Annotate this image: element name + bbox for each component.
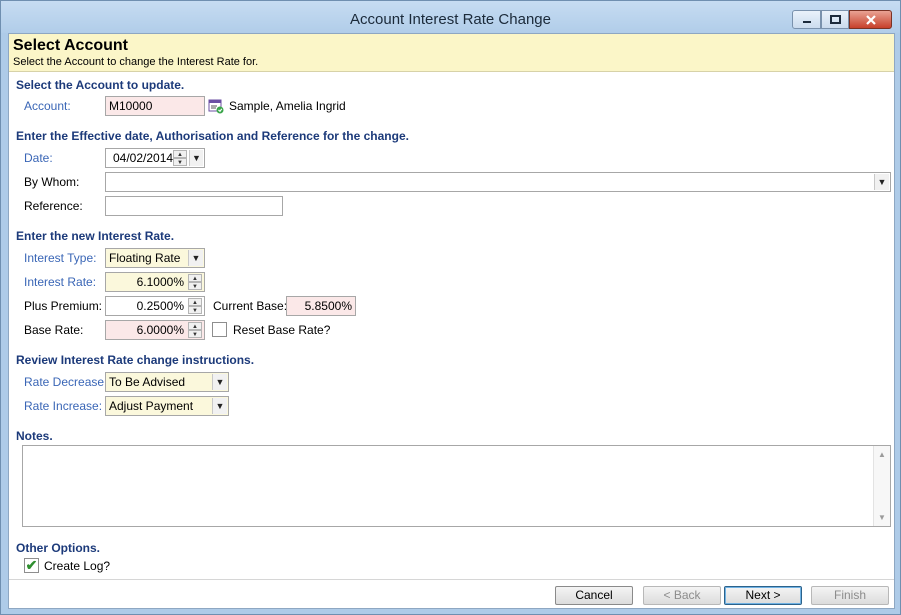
minimize-button[interactable] — [792, 10, 821, 29]
create-log-label: Create Log? — [44, 559, 111, 573]
finish-button[interactable]: Finish — [811, 586, 889, 605]
by-whom-label: By Whom: — [24, 175, 80, 189]
spin-down-icon[interactable]: ▼ — [173, 158, 187, 166]
base-rate-value: 6.0000% — [136, 323, 184, 337]
account-holder-name: Sample, Amelia Ingrid — [229, 99, 346, 113]
reference-label: Reference: — [24, 199, 83, 213]
chevron-down-icon[interactable]: ▼ — [212, 374, 227, 390]
date-label: Date: — [24, 151, 53, 165]
window-title: Account Interest Rate Change — [350, 11, 551, 28]
spin-up-icon[interactable]: ▲ — [173, 150, 187, 158]
next-button[interactable]: Next > — [724, 586, 802, 605]
date-value: 04/02/2014 — [113, 151, 174, 165]
page-title: Select Account — [13, 37, 128, 54]
interest-type-value: Floating Rate — [109, 251, 181, 265]
account-input[interactable]: M10000 — [105, 96, 205, 116]
close-icon — [865, 14, 876, 25]
interest-rate-spinner[interactable]: ▲ ▼ — [188, 274, 202, 290]
section-options-heading: Other Options. — [16, 541, 100, 555]
chevron-down-icon[interactable]: ▼ — [188, 250, 203, 266]
current-base-value: 5.8500% — [286, 296, 356, 316]
back-button[interactable]: < Back — [643, 586, 721, 605]
section-effective-heading: Enter the Effective date, Authorisation … — [16, 129, 409, 143]
maximize-icon — [829, 15, 841, 24]
interest-rate-input[interactable]: 6.1000% ▲ ▼ — [105, 272, 205, 292]
notes-scrollbar[interactable]: ▲ ▼ — [873, 446, 890, 526]
reset-base-rate-label: Reset Base Rate? — [233, 323, 331, 337]
date-dropdown-icon[interactable]: ▼ — [189, 150, 203, 166]
spin-up-icon[interactable]: ▲ — [188, 298, 202, 306]
base-rate-input[interactable]: 6.0000% ▲ ▼ — [105, 320, 205, 340]
wizard-header: Select Account Select the Account to cha… — [9, 34, 894, 72]
account-lookup-icon[interactable] — [208, 98, 224, 114]
dialog-window: Account Interest Rate Change Select Acco… — [0, 0, 901, 615]
reference-input[interactable] — [105, 196, 283, 216]
rate-increase-select[interactable]: Adjust Payment ▼ — [105, 396, 229, 416]
rate-increase-value: Adjust Payment — [109, 399, 194, 413]
spin-down-icon[interactable]: ▼ — [188, 306, 202, 314]
page-subtitle: Select the Account to change the Interes… — [13, 56, 259, 68]
date-picker[interactable]: 04/02/2014 ▲ ▼ ▼ — [105, 148, 205, 168]
current-base-label: Current Base: — [213, 299, 288, 313]
base-rate-label: Base Rate: — [24, 323, 84, 337]
spin-down-icon[interactable]: ▼ — [188, 330, 202, 338]
spin-up-icon[interactable]: ▲ — [188, 322, 202, 330]
minimize-icon — [802, 20, 811, 23]
section-rate-heading: Enter the new Interest Rate. — [16, 229, 175, 243]
premium-label: Plus Premium: — [24, 299, 103, 313]
spin-down-icon[interactable]: ▼ — [188, 282, 202, 290]
rate-decrease-select[interactable]: To Be Advised ▼ — [105, 372, 229, 392]
rate-decrease-value: To Be Advised — [109, 375, 186, 389]
account-label: Account: — [24, 99, 71, 113]
footer-divider — [9, 579, 894, 580]
premium-value: 0.2500% — [136, 299, 184, 313]
cancel-button[interactable]: Cancel — [555, 586, 633, 605]
scroll-down-icon[interactable]: ▼ — [878, 513, 886, 522]
interest-type-select[interactable]: Floating Rate ▼ — [105, 248, 205, 268]
spin-up-icon[interactable]: ▲ — [188, 274, 202, 282]
interest-rate-label: Interest Rate: — [24, 275, 97, 289]
rate-increase-label: Rate Increase: — [24, 399, 103, 413]
reset-base-rate-checkbox[interactable] — [212, 322, 227, 337]
rate-decrease-label: Rate Decrease: — [24, 375, 108, 389]
maximize-button[interactable] — [821, 10, 849, 29]
chevron-down-icon[interactable]: ▼ — [874, 174, 889, 190]
premium-input[interactable]: 0.2500% ▲ ▼ — [105, 296, 205, 316]
interest-rate-value: 6.1000% — [136, 275, 184, 289]
close-button[interactable] — [849, 10, 892, 29]
section-review-heading: Review Interest Rate change instructions… — [16, 353, 255, 367]
section-account-heading: Select the Account to update. — [16, 78, 185, 92]
by-whom-select[interactable]: ▼ — [105, 172, 891, 192]
base-rate-spinner[interactable]: ▲ ▼ — [188, 322, 202, 338]
date-spinner[interactable]: ▲ ▼ — [173, 150, 187, 166]
notes-textarea[interactable]: ▲ ▼ — [22, 445, 891, 527]
title-bar[interactable]: Account Interest Rate Change — [1, 1, 900, 33]
dialog-body: Select Account Select the Account to cha… — [8, 33, 895, 609]
section-notes-heading: Notes. — [16, 429, 53, 443]
chevron-down-icon[interactable]: ▼ — [212, 398, 227, 414]
interest-type-label: Interest Type: — [24, 251, 97, 265]
scroll-up-icon[interactable]: ▲ — [878, 450, 886, 459]
premium-spinner[interactable]: ▲ ▼ — [188, 298, 202, 314]
create-log-checkbox[interactable]: ✔ — [24, 558, 39, 573]
